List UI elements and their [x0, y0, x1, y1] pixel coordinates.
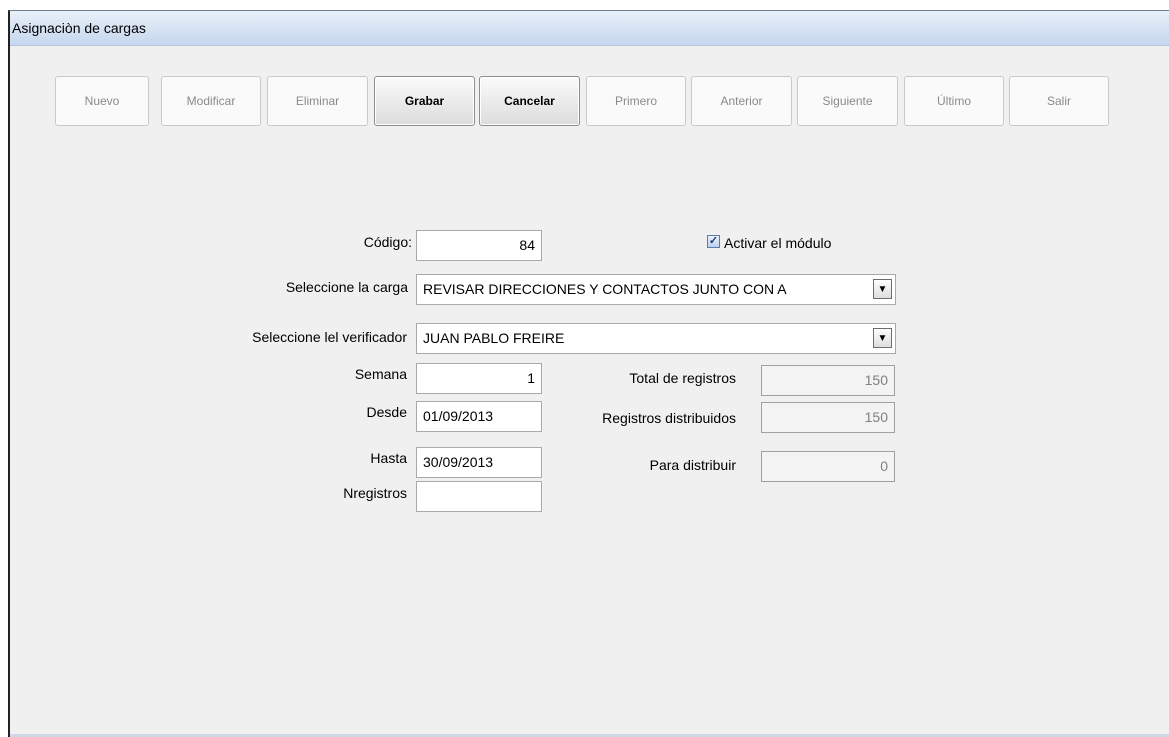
anterior-button[interactable]: Anterior [691, 76, 792, 126]
eliminar-button[interactable]: Eliminar [267, 76, 368, 126]
semana-label: Semana [354, 366, 407, 382]
primero-button[interactable]: Primero [586, 76, 686, 126]
semana-field[interactable]: 1 [416, 363, 542, 394]
checkmark-icon: ✓ [708, 235, 719, 247]
carga-label: Seleccione la carga [285, 279, 408, 295]
nuevo-button[interactable]: Nuevo [55, 76, 149, 126]
grabar-button[interactable]: Grabar [374, 76, 475, 126]
distribuidos-label: Registros distribuidos [602, 410, 736, 426]
para-distribuir-field: 0 [761, 451, 895, 482]
desde-field[interactable]: 01/09/2013 [416, 401, 542, 432]
cancelar-button[interactable]: Cancelar [479, 76, 580, 126]
title-bar: Asignaciòn de cargas [10, 11, 1169, 46]
verificador-label: Seleccione lel verificador [252, 329, 407, 345]
nregistros-label: Nregistros [343, 485, 407, 501]
hasta-field[interactable]: 30/09/2013 [416, 447, 542, 478]
para-distribuir-label: Para distribuir [649, 457, 736, 473]
desde-label: Desde [366, 404, 407, 420]
distribuidos-field: 150 [761, 402, 895, 433]
codigo-field[interactable]: 84 [416, 230, 542, 261]
codigo-label: Código: [363, 234, 412, 250]
chevron-down-icon[interactable]: ▼ [873, 328, 892, 348]
activar-label[interactable]: Activar el módulo [724, 235, 831, 251]
total-label: Total de registros [629, 370, 736, 386]
carga-select[interactable]: REVISAR DIRECCIONES Y CONTACTOS JUNTO CO… [416, 274, 896, 305]
carga-select-value: REVISAR DIRECCIONES Y CONTACTOS JUNTO CO… [423, 281, 787, 297]
salir-button[interactable]: Salir [1009, 76, 1109, 126]
main-window: Asignaciòn de cargas Nuevo Modificar Eli… [8, 10, 1169, 737]
hasta-label: Hasta [370, 450, 407, 466]
verificador-select-value: JUAN PABLO FREIRE [423, 330, 565, 346]
modificar-button[interactable]: Modificar [161, 76, 261, 126]
window-title: Asignaciòn de cargas [12, 20, 146, 36]
siguiente-button[interactable]: Siguiente [797, 76, 898, 126]
activar-checkbox[interactable]: ✓ [707, 235, 720, 248]
total-field: 150 [761, 365, 895, 396]
nregistros-field[interactable] [416, 481, 542, 512]
verificador-select[interactable]: JUAN PABLO FREIRE ▼ [416, 323, 896, 354]
ultimo-button[interactable]: Último [904, 76, 1004, 126]
chevron-down-icon[interactable]: ▼ [873, 279, 892, 299]
